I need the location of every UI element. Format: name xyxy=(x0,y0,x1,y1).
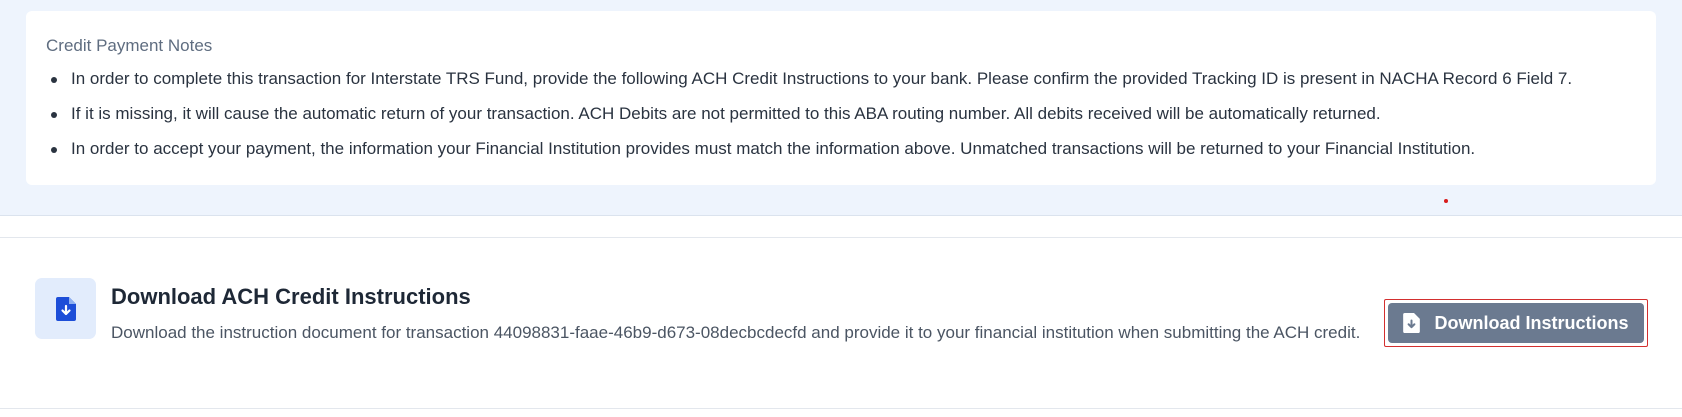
file-download-icon xyxy=(35,278,96,339)
note-item: In order to complete this transaction fo… xyxy=(51,69,1636,89)
download-button-focus-outline: Download Instructions xyxy=(1384,299,1648,347)
note-item: In order to accept your payment, the inf… xyxy=(51,139,1636,159)
download-title: Download ACH Credit Instructions xyxy=(111,284,471,309)
download-instructions-card: Download ACH Credit Instructions Downloa… xyxy=(0,237,1682,409)
note-item: If it is missing, it will cause the auto… xyxy=(51,104,1636,124)
credit-payment-notes-card: Credit Payment Notes In order to complet… xyxy=(26,11,1656,185)
cursor-marker xyxy=(1444,199,1448,203)
download-instructions-button[interactable]: Download Instructions xyxy=(1388,303,1644,343)
download-button-label: Download Instructions xyxy=(1434,312,1629,333)
credit-payment-notes-section: Credit Payment Notes In order to complet… xyxy=(0,0,1682,216)
notes-title: Credit Payment Notes xyxy=(46,36,213,55)
file-download-icon xyxy=(1403,313,1421,333)
notes-list: In order to complete this transaction fo… xyxy=(46,69,1636,159)
download-description: Download the instruction document for tr… xyxy=(111,323,1361,342)
